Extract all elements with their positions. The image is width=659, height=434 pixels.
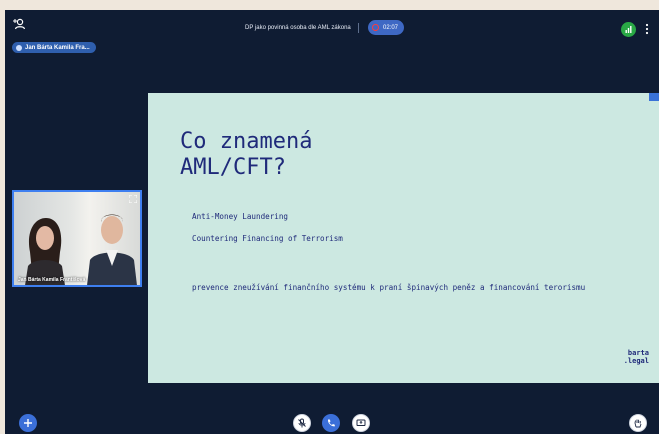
participant-chip[interactable]: Jan Bárta Kamila Fra... xyxy=(12,42,96,53)
shared-slide: Co znamená AML/CFT? Anti-Money Launderin… xyxy=(148,93,659,383)
raise-hand-button[interactable] xyxy=(629,414,647,432)
recording-time: 02:07 xyxy=(383,24,399,31)
screen-share-icon xyxy=(356,419,366,426)
phone-icon xyxy=(327,419,335,427)
video-tile-name: Jan Bárta Kamila Františová xyxy=(18,277,86,283)
mute-button[interactable] xyxy=(293,414,311,432)
plus-icon xyxy=(24,419,32,427)
participant-video-tile[interactable]: Jan Bárta Kamila Františová xyxy=(12,190,142,287)
user-add-icon[interactable] xyxy=(12,17,26,31)
more-vertical-icon[interactable] xyxy=(644,22,650,36)
slide-line-aml: Anti-Money Laundering xyxy=(192,212,289,221)
meeting-title: DP jako povinná osoba dle AML zákona xyxy=(245,25,351,31)
slide-line-cft: Countering Financing of Terrorism xyxy=(192,234,343,243)
participant-woman xyxy=(25,218,65,285)
raise-hand-icon xyxy=(634,419,642,428)
slide-heading: Co znamená AML/CFT? xyxy=(180,129,313,180)
signal-icon xyxy=(625,26,632,33)
slide-corner-tab[interactable] xyxy=(649,93,659,101)
participant-chip-label: Jan Bárta Kamila Fra... xyxy=(25,44,90,51)
call-button[interactable] xyxy=(322,414,340,432)
brand-logo: barta .legal xyxy=(623,349,649,365)
signal-button[interactable] xyxy=(621,22,636,37)
record-icon xyxy=(372,24,379,31)
screen-share-button[interactable] xyxy=(352,414,370,432)
meeting-window: DP jako povinná osoba dle AML zákona 02:… xyxy=(5,10,659,434)
add-button[interactable] xyxy=(19,414,37,432)
slide-paragraph: prevence zneužívání finančního systému k… xyxy=(192,283,586,292)
mic-off-icon xyxy=(298,418,306,428)
participant-man xyxy=(87,214,137,285)
recording-indicator[interactable]: 02:07 xyxy=(368,20,404,35)
title-divider xyxy=(358,23,359,33)
top-bar: DP jako povinná osoba dle AML zákona 02:… xyxy=(5,10,659,46)
expand-icon[interactable] xyxy=(129,195,137,203)
participant-avatar-dot xyxy=(16,44,22,51)
